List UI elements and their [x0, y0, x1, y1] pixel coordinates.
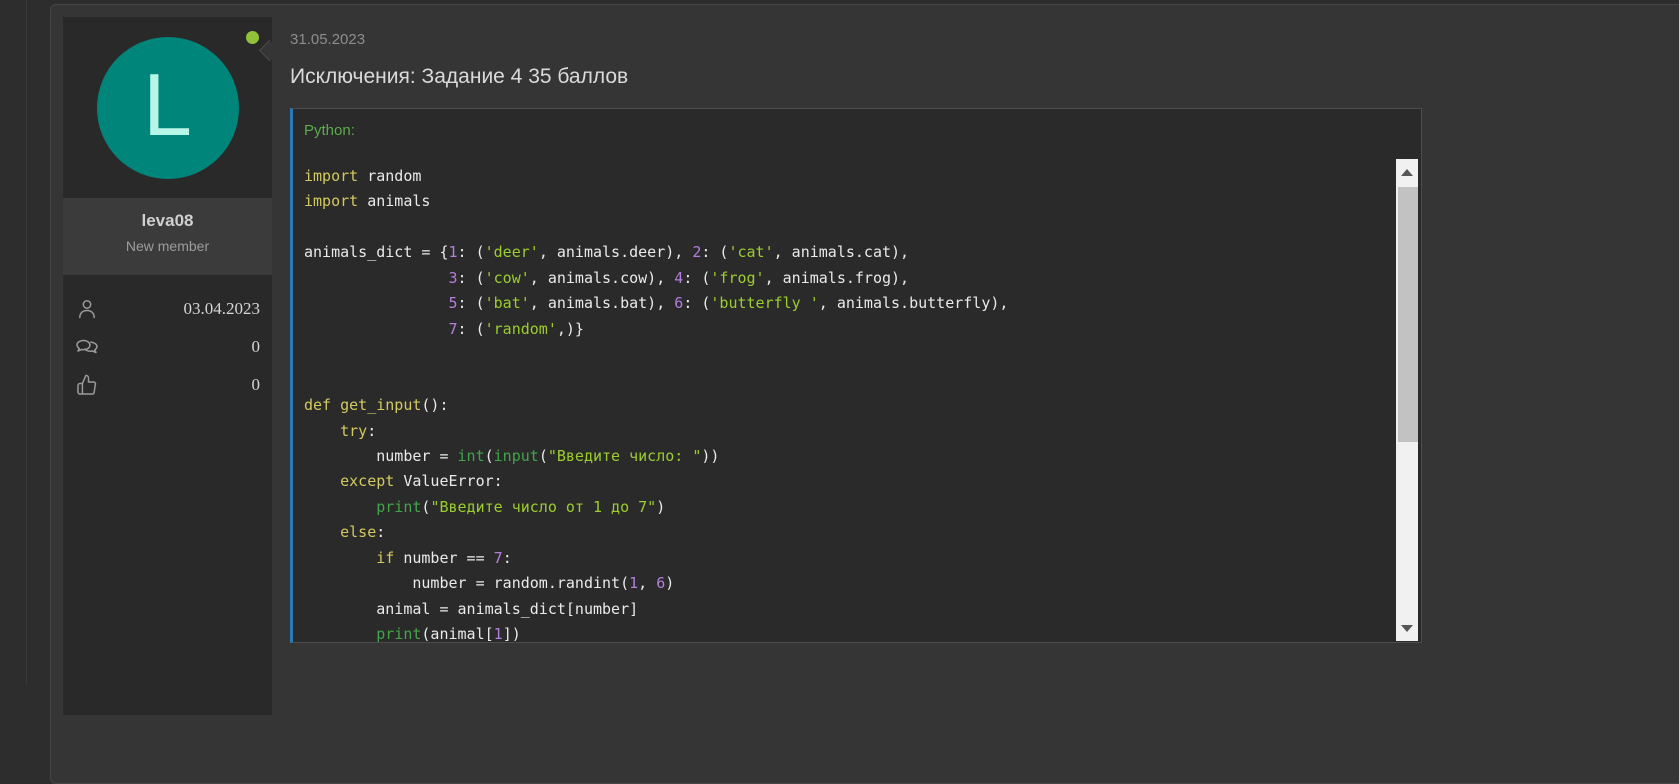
user-title-band: leva08 New member — [63, 198, 272, 275]
stat-value-joined: 03.04.2023 — [184, 299, 261, 319]
post-date: 31.05.2023 — [290, 31, 1679, 48]
arrow-up-icon — [1401, 169, 1413, 176]
post-card: L leva08 New member 03.04.2023 — [50, 4, 1679, 784]
scrollbar-thumb[interactable] — [1398, 187, 1418, 442]
like-icon — [75, 373, 99, 397]
messages-icon — [75, 335, 99, 359]
avatar-letter: L — [143, 61, 192, 149]
scrollbar-up-button[interactable] — [1396, 159, 1418, 185]
username-link[interactable]: leva08 — [63, 211, 272, 231]
post-title: Исключения: Задание 4 35 баллов — [290, 64, 1679, 89]
page-divider-line — [26, 0, 27, 685]
stat-value-reactions: 0 — [252, 375, 261, 395]
user-stats: 03.04.2023 0 0 — [63, 275, 272, 715]
code-language-label: Python: — [293, 109, 1421, 158]
avatar-box: L — [63, 17, 272, 198]
stat-row-joined: 03.04.2023 — [75, 297, 260, 321]
user-cell: L leva08 New member 03.04.2023 — [63, 17, 272, 715]
scrollbar-down-button[interactable] — [1396, 615, 1418, 641]
message-content: 31.05.2023 Исключения: Задание 4 35 балл… — [278, 17, 1679, 643]
code-text: import randomimport animals animals_dict… — [304, 164, 1381, 642]
avatar[interactable]: L — [97, 37, 239, 179]
stat-row-messages: 0 — [75, 335, 260, 359]
code-block: Python: import randomimport animals anim… — [290, 108, 1422, 643]
user-icon — [75, 297, 99, 321]
code-scroll-area[interactable]: import randomimport animals animals_dict… — [293, 158, 1421, 642]
stat-row-reactions: 0 — [75, 373, 260, 397]
code-scrollbar[interactable] — [1396, 159, 1418, 641]
arrow-down-icon — [1401, 625, 1413, 632]
online-indicator-icon — [246, 31, 259, 44]
user-role-label: New member — [63, 238, 272, 254]
stat-value-messages: 0 — [252, 337, 261, 357]
